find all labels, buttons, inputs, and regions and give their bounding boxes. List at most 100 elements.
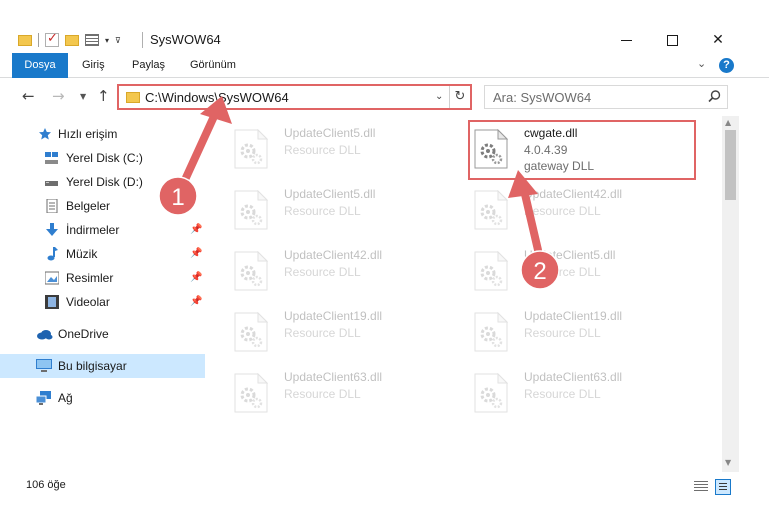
computer-icon [36, 359, 52, 372]
file-name: UpdateClient5.dll [284, 126, 376, 140]
sidebar-item-label: Videolar [66, 295, 110, 309]
window-bottom-edge [0, 502, 769, 516]
sidebar-item-drive-c[interactable]: Yerel Disk (C:) [0, 146, 205, 170]
sidebar-item-pictures[interactable]: Resimler 📌 [0, 266, 205, 290]
expand-ribbon-icon[interactable]: ⌄ [697, 57, 706, 70]
sidebar-item-label: Hızlı erişim [58, 127, 118, 141]
file-name: UpdateClient5.dll [284, 187, 376, 201]
sidebar-item-onedrive[interactable]: OneDrive [0, 322, 205, 346]
file-tile[interactable]: UpdateClient63.dll Resource DLL [460, 362, 690, 422]
file-type: Resource DLL [524, 265, 601, 279]
recent-locations-chevron-icon[interactable]: ▼ [80, 92, 86, 101]
tab-file[interactable]: Dosya [12, 53, 68, 78]
sidebar-item-label: OneDrive [58, 327, 109, 341]
file-name: UpdateClient42.dll [284, 248, 383, 262]
pictures-icon [45, 271, 59, 285]
dll-file-icon [474, 373, 508, 413]
file-tile[interactable]: UpdateClient5.dll Resource DLL [220, 118, 450, 178]
new-folder-icon[interactable] [65, 34, 79, 46]
file-tile[interactable]: UpdateClient42.dll Resource DLL [220, 240, 450, 300]
scroll-down-icon[interactable]: ▼ [725, 458, 731, 467]
properties-icon[interactable] [85, 34, 99, 46]
close-button[interactable]: ✕ [695, 28, 741, 52]
help-icon[interactable]: ? [719, 58, 734, 73]
folder-icon [126, 92, 140, 103]
scroll-up-icon[interactable]: ▲ [725, 118, 731, 127]
sidebar-item-label: İndirmeler [66, 223, 120, 237]
pin-icon[interactable]: 📌 [190, 296, 202, 307]
file-name: UpdateClient63.dll [284, 370, 383, 384]
minimize-button[interactable] [603, 28, 649, 52]
folder-icon [18, 34, 32, 46]
tab-view[interactable]: Görünüm [190, 52, 236, 78]
sidebar-item-videos[interactable]: Videolar 📌 [0, 290, 205, 314]
dll-file-icon [474, 251, 508, 291]
music-icon [47, 247, 58, 261]
search-input[interactable]: Ara: SysWOW64 [484, 85, 728, 109]
videos-icon [45, 295, 59, 309]
dll-file-icon [234, 251, 268, 291]
file-tile[interactable]: UpdateClient42.dll Resource DLL [460, 179, 690, 239]
item-count: 106 öğe [26, 479, 66, 491]
sidebar-item-label: Bu bilgisayar [58, 359, 127, 373]
sidebar-item-label: Yerel Disk (C:) [66, 151, 143, 165]
dll-file-icon [474, 312, 508, 352]
sidebar-item-network[interactable]: Ağ [0, 386, 205, 410]
file-tile[interactable]: UpdateClient19.dll Resource DLL [460, 301, 690, 361]
sidebar-item-quick-access[interactable]: Hızlı erişim [0, 122, 205, 146]
pin-icon[interactable]: 📌 [190, 272, 202, 283]
sidebar-item-documents[interactable]: Belgeler [0, 194, 205, 218]
dll-file-icon [474, 190, 508, 230]
tiles-view-icon[interactable] [715, 479, 731, 495]
customize-toolbar-icon[interactable]: ⊽ [115, 36, 121, 45]
file-tile[interactable]: UpdateClient19.dll Resource DLL [220, 301, 450, 361]
minimize-icon [620, 39, 632, 41]
vertical-scrollbar[interactable]: ▲ ▼ [722, 116, 739, 472]
documents-icon [46, 199, 58, 213]
refresh-icon[interactable]: ↻ [449, 86, 470, 108]
file-name: UpdateClient42.dll [524, 187, 623, 201]
sidebar-item-label: Resimler [66, 271, 114, 285]
file-type: Resource DLL [284, 204, 361, 218]
scrollbar-thumb[interactable] [725, 130, 736, 200]
tab-share[interactable]: Paylaş [132, 52, 165, 78]
pin-icon[interactable]: 📌 [190, 224, 202, 235]
star-icon [39, 128, 51, 140]
sidebar-item-downloads[interactable]: İndirmeler 📌 [0, 218, 205, 242]
dll-file-icon [234, 129, 268, 169]
properties-check-icon[interactable] [45, 31, 59, 47]
pin-icon[interactable]: 📌 [190, 248, 202, 259]
up-arrow-icon[interactable]: ↑ [97, 87, 110, 105]
forward-arrow-icon[interactable]: → [52, 87, 65, 105]
file-tile[interactable]: UpdateClient5.dll Resource DLL [460, 240, 690, 300]
address-bar[interactable]: C:\Windows\SysWOW64 ⌄ ↻ [117, 84, 472, 110]
sidebar-item-music[interactable]: Müzik 📌 [0, 242, 205, 266]
window-title: SysWOW64 [150, 32, 221, 47]
search-icon[interactable] [707, 89, 722, 104]
address-path[interactable]: C:\Windows\SysWOW64 [145, 90, 289, 105]
file-type: Resource DLL [524, 387, 601, 401]
title-bar: ▾ ⊽ SysWOW64 ✕ [0, 0, 769, 52]
navigation-bar: ← → ▼ ↑ C:\Windows\SysWOW64 ⌄ ↻ Ara: Sys… [0, 78, 769, 116]
file-type: Resource DLL [284, 326, 361, 340]
sidebar-item-this-pc[interactable]: Bu bilgisayar [0, 354, 205, 378]
status-bar: 106 öğe [0, 472, 769, 502]
back-arrow-icon[interactable]: ← [22, 87, 35, 105]
chevron-down-icon[interactable]: ⌄ [435, 91, 443, 102]
file-type: Resource DLL [284, 265, 361, 279]
details-view-icon[interactable] [694, 481, 708, 493]
dll-file-icon [234, 373, 268, 413]
drive-icon [45, 181, 58, 186]
sidebar-item-drive-d[interactable]: Yerel Disk (D:) [0, 170, 205, 194]
file-type: Resource DLL [284, 143, 361, 157]
file-tile[interactable]: UpdateClient5.dll Resource DLL [220, 179, 450, 239]
tab-home[interactable]: Giriş [82, 52, 105, 78]
downloads-icon [46, 223, 58, 236]
sidebar-item-label: Müzik [66, 247, 98, 261]
file-tile[interactable]: UpdateClient63.dll Resource DLL [220, 362, 450, 422]
chevron-down-icon[interactable]: ▾ [105, 36, 109, 45]
cloud-icon [37, 330, 53, 340]
quick-access-toolbar: ▾ ⊽ [18, 30, 121, 50]
dll-file-icon [234, 190, 268, 230]
maximize-button[interactable] [649, 28, 695, 52]
